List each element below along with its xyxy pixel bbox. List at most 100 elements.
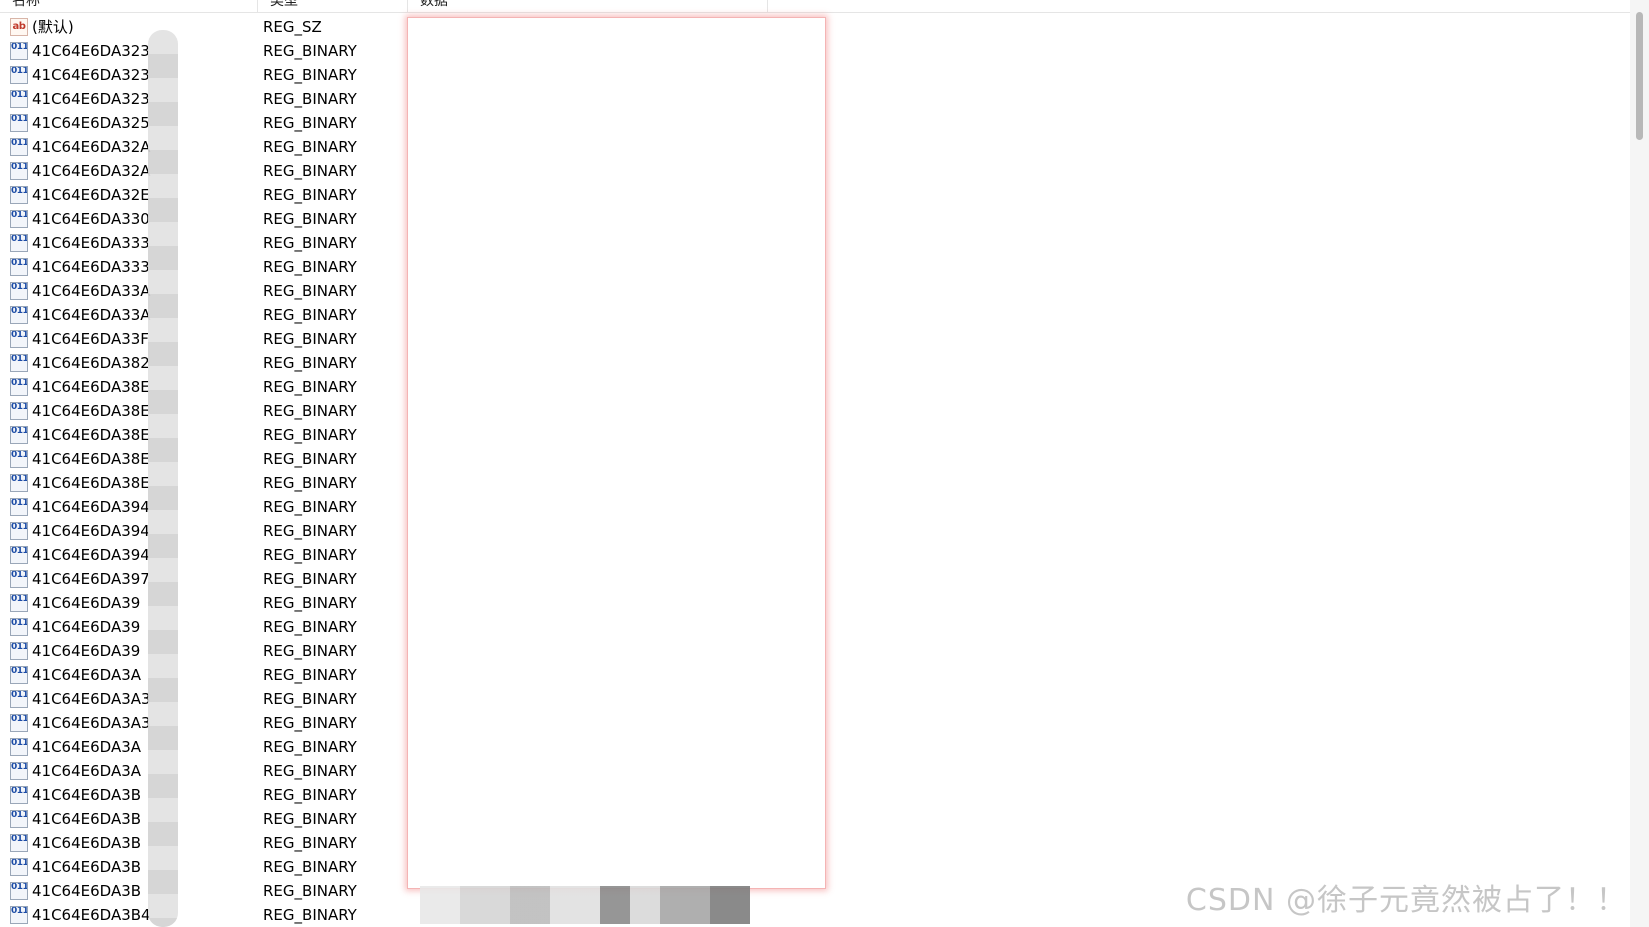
binary-value-icon: 011 110 xyxy=(10,234,28,252)
value-name: 41C64E6DA38E xyxy=(32,450,150,468)
value-name: 41C64E6DA325 xyxy=(32,114,150,132)
value-type: REG_BINARY xyxy=(263,594,357,612)
value-type: REG_BINARY xyxy=(263,882,357,900)
column-header-type[interactable]: 类型 xyxy=(258,0,408,12)
binary-value-icon: 011 110 xyxy=(10,402,28,420)
value-name: 41C64E6DA323 xyxy=(32,42,150,60)
value-type: REG_BINARY xyxy=(263,258,357,276)
value-name: 41C64E6DA38E xyxy=(32,474,150,492)
value-name: 41C64E6DA382 xyxy=(32,354,150,372)
value-name: 41C64E6DA3A xyxy=(32,762,142,780)
string-value-icon: ab xyxy=(10,18,28,36)
value-name: 41C64E6DA3B xyxy=(32,858,142,876)
binary-value-icon: 011 110 xyxy=(10,66,28,84)
value-name: 41C64E6DA330 xyxy=(32,210,150,228)
binary-value-icon: 011 110 xyxy=(10,642,28,660)
value-type: REG_BINARY xyxy=(263,714,357,732)
value-name: 41C64E6DA33A xyxy=(32,306,151,324)
binary-value-icon: 011 110 xyxy=(10,354,28,372)
binary-value-icon: 011 110 xyxy=(10,690,28,708)
value-name: 41C64E6DA3A3 xyxy=(32,714,151,732)
value-name: 41C64E6DA3A xyxy=(32,666,142,684)
highlighted-data-area xyxy=(407,17,826,889)
value-name: 41C64E6DA323 xyxy=(32,90,150,108)
binary-value-icon: 011 110 xyxy=(10,834,28,852)
column-header-bar: 名称 类型 数据 xyxy=(0,0,1630,13)
binary-value-icon: 011 110 xyxy=(10,450,28,468)
value-name: 41C64E6DA394 xyxy=(32,522,150,540)
value-type: REG_BINARY xyxy=(263,858,357,876)
value-name: 41C64E6DA3B xyxy=(32,786,142,804)
value-name: 41C64E6DA397 xyxy=(32,570,150,588)
value-type: REG_BINARY xyxy=(263,402,357,420)
value-type: REG_BINARY xyxy=(263,330,357,348)
binary-value-icon: 011 110 xyxy=(10,666,28,684)
value-type: REG_BINARY xyxy=(263,426,357,444)
binary-value-icon: 011 110 xyxy=(10,570,28,588)
vertical-scrollbar[interactable] xyxy=(1630,0,1649,927)
value-type: REG_BINARY xyxy=(263,66,357,84)
value-type: REG_BINARY xyxy=(263,762,357,780)
value-name: 41C64E6DA32A xyxy=(32,138,151,156)
binary-value-icon: 011 110 xyxy=(10,138,28,156)
value-type: REG_BINARY xyxy=(263,474,357,492)
binary-value-icon: 011 110 xyxy=(10,474,28,492)
value-type: REG_BINARY xyxy=(263,642,357,660)
value-type: REG_BINARY xyxy=(263,666,357,684)
value-name: 41C64E6DA394 xyxy=(32,498,150,516)
value-name: 41C64E6DA3B xyxy=(32,834,142,852)
value-type: REG_BINARY xyxy=(263,498,357,516)
value-name: 41C64E6DA333 xyxy=(32,234,150,252)
binary-value-icon: 011 110 xyxy=(10,882,28,900)
binary-value-icon: 011 110 xyxy=(10,114,28,132)
binary-value-icon: 011 110 xyxy=(10,426,28,444)
value-name: (默认) xyxy=(32,18,74,36)
binary-value-icon: 011 110 xyxy=(10,618,28,636)
value-name: 41C64E6DA394 xyxy=(32,546,150,564)
value-type: REG_BINARY xyxy=(263,306,357,324)
binary-value-icon: 011 110 xyxy=(10,210,28,228)
value-type: REG_BINARY xyxy=(263,114,357,132)
value-name: 41C64E6DA33F xyxy=(32,330,149,348)
value-name: 41C64E6DA3A3 xyxy=(32,690,151,708)
value-type: REG_BINARY xyxy=(263,810,357,828)
value-name: 41C64E6DA3A xyxy=(32,738,142,756)
value-type: REG_BINARY xyxy=(263,186,357,204)
value-type: REG_BINARY xyxy=(263,522,357,540)
binary-value-icon: 011 110 xyxy=(10,378,28,396)
value-type: REG_BINARY xyxy=(263,450,357,468)
value-type: REG_BINARY xyxy=(263,90,357,108)
binary-value-icon: 011 110 xyxy=(10,522,28,540)
value-type: REG_BINARY xyxy=(263,282,357,300)
binary-value-icon: 011 110 xyxy=(10,282,28,300)
value-type: REG_BINARY xyxy=(263,570,357,588)
binary-value-icon: 011 110 xyxy=(10,90,28,108)
binary-value-icon: 011 110 xyxy=(10,546,28,564)
binary-value-icon: 011 110 xyxy=(10,858,28,876)
binary-value-icon: 011 110 xyxy=(10,498,28,516)
value-name: 41C64E6DA39 xyxy=(32,594,141,612)
value-name: 41C64E6DA38E xyxy=(32,402,150,420)
value-name: 41C64E6DA39 xyxy=(32,642,141,660)
value-name: 41C64E6DA38E xyxy=(32,378,150,396)
value-name: 41C64E6DA3B4 xyxy=(32,906,151,924)
value-name: 41C64E6DA38E xyxy=(32,426,150,444)
value-type: REG_BINARY xyxy=(263,378,357,396)
binary-value-icon: 011 110 xyxy=(10,306,28,324)
value-type: REG_BINARY xyxy=(263,738,357,756)
column-header-data[interactable]: 数据 xyxy=(408,0,768,12)
value-name: 41C64E6DA39 xyxy=(32,618,141,636)
value-type: REG_BINARY xyxy=(263,618,357,636)
value-type: REG_BINARY xyxy=(263,354,357,372)
value-name: 41C64E6DA32E xyxy=(32,186,150,204)
binary-value-icon: 011 110 xyxy=(10,906,28,924)
value-type: REG_BINARY xyxy=(263,690,357,708)
binary-value-icon: 011 110 xyxy=(10,810,28,828)
binary-value-icon: 011 110 xyxy=(10,594,28,612)
value-type: REG_BINARY xyxy=(263,162,357,180)
binary-value-icon: 011 110 xyxy=(10,714,28,732)
column-header-name[interactable]: 名称 xyxy=(0,0,258,12)
scrollbar-thumb[interactable] xyxy=(1636,12,1643,140)
watermark-text: CSDN @徐子元竟然被占了！！ xyxy=(1185,883,1627,918)
binary-value-icon: 011 110 xyxy=(10,258,28,276)
